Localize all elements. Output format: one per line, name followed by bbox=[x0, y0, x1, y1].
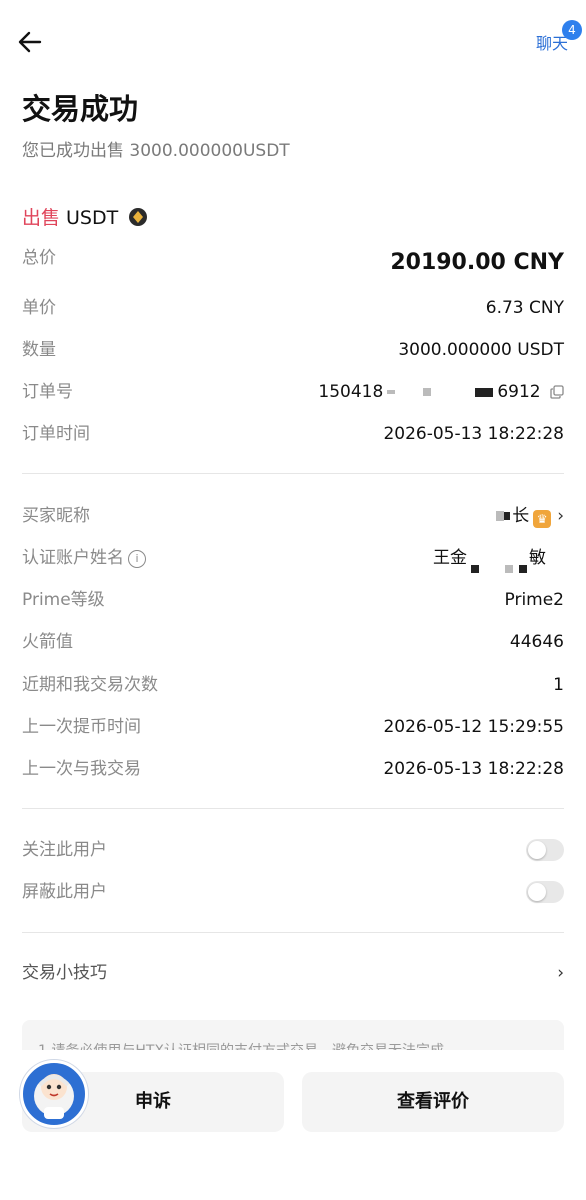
last-trade-label: 上一次与我交易 bbox=[22, 759, 141, 779]
verified-name-label: 认证账户姓名 i bbox=[22, 544, 146, 572]
verified-name-last: 敏 bbox=[529, 548, 546, 568]
side-tag: 出售 bbox=[22, 207, 61, 229]
redaction-mark bbox=[496, 511, 505, 521]
divider bbox=[22, 473, 564, 474]
verified-name-second: 金 bbox=[450, 548, 467, 568]
total-row: 总价 20190.00 CNY bbox=[22, 244, 564, 278]
order-number-label: 订单号 bbox=[22, 382, 73, 402]
block-user-toggle[interactable] bbox=[526, 881, 564, 903]
toggle-knob bbox=[528, 841, 546, 859]
block-user-label: 屏蔽此用户 bbox=[22, 882, 107, 902]
order-number-prefix: 150418 bbox=[318, 382, 384, 402]
price-value: 6.73 CNY bbox=[485, 298, 564, 318]
redaction-mark bbox=[475, 387, 494, 397]
top-bar: 聊天 4 bbox=[0, 0, 586, 84]
usdt-coin-icon bbox=[128, 207, 148, 232]
view-review-button[interactable]: 查看评价 bbox=[302, 1072, 564, 1132]
last-trade-value: 2026-05-13 18:22:28 bbox=[383, 759, 564, 779]
trade-tips-row[interactable]: 交易小技巧 › bbox=[22, 959, 564, 987]
buyer-nickname-row[interactable]: 买家昵称 长 ♛ › bbox=[22, 502, 564, 530]
redaction-mark bbox=[387, 390, 396, 394]
rocket-value-row: 火箭值 44646 bbox=[22, 628, 564, 656]
redaction-mark bbox=[423, 388, 432, 396]
rocket-value: 44646 bbox=[509, 632, 564, 652]
assistant-avatar[interactable] bbox=[20, 1060, 88, 1128]
last-withdraw-row: 上一次提币时间 2026-05-12 15:29:55 bbox=[22, 713, 564, 741]
rocket-value-label: 火箭值 bbox=[22, 632, 73, 652]
last-trade-row: 上一次与我交易 2026-05-13 18:22:28 bbox=[22, 755, 564, 783]
chat-button[interactable]: 聊天 4 bbox=[535, 20, 582, 54]
verified-name-first: 王 bbox=[433, 548, 450, 568]
order-time-label: 订单时间 bbox=[22, 424, 90, 444]
page-subtitle: 您已成功出售 3000.000000USDT bbox=[22, 141, 290, 161]
quantity-value: 3000.000000 USDT bbox=[398, 340, 564, 360]
verified-name-label-text: 认证账户姓名 bbox=[22, 548, 124, 568]
follow-user-toggle[interactable] bbox=[526, 839, 564, 861]
page-title: 交易成功 bbox=[22, 92, 139, 126]
redaction-mark bbox=[519, 565, 527, 573]
follow-user-label: 关注此用户 bbox=[22, 840, 107, 860]
merchant-crown-icon: ♛ bbox=[533, 510, 552, 528]
buyer-nickname-visible: 长 bbox=[512, 506, 530, 526]
recent-trades-value: 1 bbox=[553, 675, 564, 695]
order-time-value: 2026-05-13 18:22:28 bbox=[383, 424, 564, 444]
total-value: 20190.00 CNY bbox=[390, 250, 564, 275]
last-withdraw-value: 2026-05-12 15:29:55 bbox=[383, 717, 564, 737]
recent-trades-row: 近期和我交易次数 1 bbox=[22, 671, 564, 699]
redaction-mark bbox=[471, 565, 479, 573]
total-label: 总价 bbox=[22, 248, 56, 268]
toggle-knob bbox=[528, 883, 546, 901]
follow-user-row: 关注此用户 bbox=[22, 836, 564, 864]
price-row: 单价 6.73 CNY bbox=[22, 294, 564, 322]
copy-icon[interactable] bbox=[550, 380, 564, 399]
last-withdraw-label: 上一次提币时间 bbox=[22, 717, 141, 737]
order-number-value: 150418 6912 bbox=[318, 378, 564, 406]
buyer-nickname-label: 买家昵称 bbox=[22, 506, 90, 526]
chevron-right-icon: › bbox=[557, 506, 564, 526]
order-time-row: 订单时间 2026-05-13 18:22:28 bbox=[22, 420, 564, 448]
order-number-row: 订单号 150418 6912 bbox=[22, 378, 564, 406]
prime-level-label: Prime等级 bbox=[22, 590, 105, 610]
chat-unread-badge: 4 bbox=[562, 20, 582, 40]
redaction-mark bbox=[504, 512, 511, 520]
divider bbox=[22, 932, 564, 933]
prime-level-row: Prime等级 Prime2 bbox=[22, 586, 564, 614]
prime-level-value: Prime2 bbox=[504, 590, 565, 610]
trade-tips-label: 交易小技巧 bbox=[22, 963, 107, 983]
verified-name-row: 认证账户姓名 i 王金 敏 bbox=[22, 544, 564, 573]
info-icon[interactable]: i bbox=[128, 550, 146, 568]
asset-name: USDT bbox=[66, 207, 119, 229]
price-label: 单价 bbox=[22, 298, 56, 318]
block-user-row: 屏蔽此用户 bbox=[22, 878, 564, 906]
back-arrow-icon[interactable] bbox=[14, 26, 46, 58]
chevron-right-icon: › bbox=[557, 963, 564, 983]
order-header: 出售 USDT bbox=[22, 203, 148, 232]
recent-trades-label: 近期和我交易次数 bbox=[22, 675, 158, 695]
redaction-mark bbox=[505, 565, 513, 573]
divider bbox=[22, 808, 564, 809]
chat-label: 聊天 bbox=[535, 34, 568, 53]
order-number-suffix: 6912 bbox=[497, 382, 541, 402]
buyer-nickname-value: 长 ♛ › bbox=[496, 502, 564, 530]
quantity-row: 数量 3000.000000 USDT bbox=[22, 336, 564, 364]
quantity-label: 数量 bbox=[22, 340, 56, 360]
verified-name-value: 王金 敏 bbox=[433, 544, 546, 573]
